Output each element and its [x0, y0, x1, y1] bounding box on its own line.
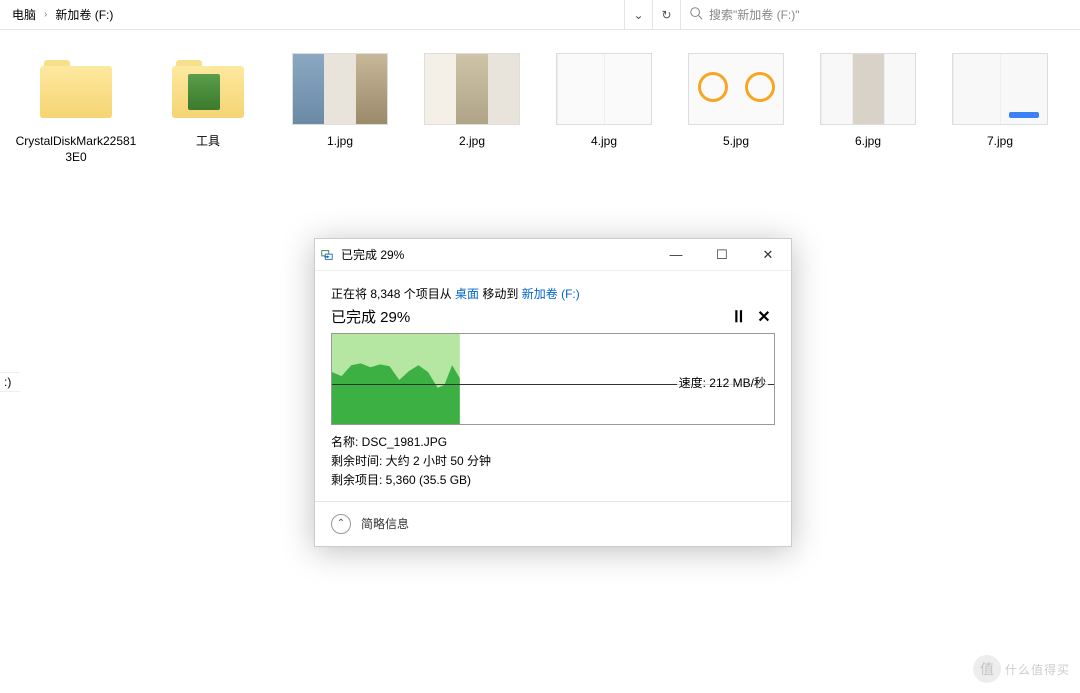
image-thumbnail	[556, 53, 652, 125]
watermark-icon: 值	[973, 655, 1001, 683]
image-thumbnail	[688, 53, 784, 125]
file-item[interactable]: 2.jpg	[406, 50, 538, 150]
file-grid: CrystalDiskMark225813E0 工具 1.jpg 2.jpg 4…	[0, 30, 1080, 205]
maximize-button[interactable]: ☐	[699, 239, 745, 271]
speed-label: 速度: 212 MB/秒	[677, 374, 768, 391]
breadcrumb-item[interactable]: 新加卷 (F:)	[51, 6, 117, 23]
dest-link[interactable]: 新加卷 (F:)	[522, 287, 580, 301]
search-input[interactable]: 搜索"新加卷 (F:)"	[680, 0, 1080, 29]
file-label: 2.jpg	[406, 134, 538, 150]
close-button[interactable]: ✕	[745, 239, 791, 271]
folder-item[interactable]: 工具	[142, 50, 274, 150]
address-dropdown[interactable]: ⌄	[624, 0, 652, 29]
sidebar-drive-hint[interactable]: :)	[0, 372, 20, 392]
moving-description: 正在将 8,348 个项目从 桌面 移动到 新加卷 (F:)	[331, 285, 775, 302]
copy-icon	[315, 248, 339, 262]
search-placeholder: 搜索"新加卷 (F:)"	[709, 6, 800, 23]
image-thumbnail	[952, 53, 1048, 125]
file-item[interactable]: 7.jpg	[934, 50, 1066, 150]
pause-button[interactable]: ⅠⅠ	[728, 307, 750, 327]
dialog-title: 已完成 29%	[339, 246, 653, 263]
progress-heading: 已完成 29%	[331, 306, 410, 327]
file-label: 1.jpg	[274, 134, 406, 150]
minimize-icon: —	[670, 247, 683, 262]
chevron-down-icon: ⌄	[633, 8, 643, 22]
file-label: 5.jpg	[670, 134, 802, 150]
image-thumbnail	[292, 53, 388, 125]
search-icon	[689, 6, 703, 23]
file-item[interactable]: 6.jpg	[802, 50, 934, 150]
detail-items: 剩余项目: 5,360 (35.5 GB)	[331, 471, 775, 490]
breadcrumb-item[interactable]: 电脑	[8, 6, 40, 23]
file-item[interactable]: 1.jpg	[274, 50, 406, 150]
image-thumbnail	[424, 53, 520, 125]
speed-graph: 速度: 212 MB/秒	[331, 333, 775, 425]
refresh-button[interactable]: ↻	[652, 0, 680, 29]
file-label: 4.jpg	[538, 134, 670, 150]
file-label: 工具	[142, 134, 274, 150]
chevron-up-icon[interactable]: ⌃	[331, 514, 351, 534]
address-bar: 电脑 › 新加卷 (F:) ⌄ ↻ 搜索"新加卷 (F:)"	[0, 0, 1080, 30]
watermark: 值 什么值得买	[973, 655, 1070, 683]
copy-progress-dialog: 已完成 29% — ☐ ✕ 正在将 8,348 个项目从 桌面 移动到 新加卷 …	[314, 238, 792, 547]
file-label: 6.jpg	[802, 134, 934, 150]
detail-name: 名称: DSC_1981.JPG	[331, 433, 775, 452]
cancel-button[interactable]: ✕	[753, 307, 775, 327]
folder-item[interactable]: CrystalDiskMark225813E0	[10, 50, 142, 165]
dialog-footer[interactable]: ⌃ 简略信息	[315, 501, 791, 546]
maximize-icon: ☐	[716, 247, 728, 263]
refresh-icon: ↻	[661, 8, 671, 22]
breadcrumb[interactable]: 电脑 › 新加卷 (F:)	[0, 0, 624, 29]
minimize-button[interactable]: —	[653, 239, 699, 271]
file-label: CrystalDiskMark225813E0	[10, 134, 142, 165]
folder-icon	[172, 60, 244, 118]
detail-time: 剩余时间: 大约 2 小时 50 分钟	[331, 452, 775, 471]
source-link[interactable]: 桌面	[455, 287, 479, 301]
dialog-titlebar[interactable]: 已完成 29% — ☐ ✕	[315, 239, 791, 271]
file-label: 7.jpg	[934, 134, 1066, 150]
footer-toggle-label[interactable]: 简略信息	[361, 515, 409, 532]
file-item[interactable]: 4.jpg	[538, 50, 670, 150]
image-thumbnail	[820, 53, 916, 125]
watermark-text: 什么值得买	[1005, 661, 1070, 678]
close-icon: ✕	[763, 247, 774, 263]
dialog-body: 正在将 8,348 个项目从 桌面 移动到 新加卷 (F:) 已完成 29% Ⅰ…	[315, 271, 791, 501]
chevron-right-icon[interactable]: ›	[40, 9, 51, 20]
file-item[interactable]: 5.jpg	[670, 50, 802, 150]
folder-icon	[40, 60, 112, 118]
